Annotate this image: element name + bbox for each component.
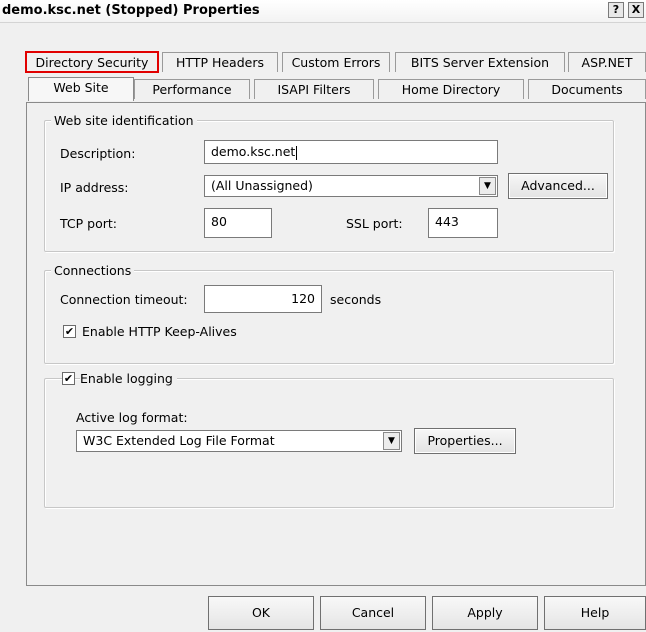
tcp-port-input[interactable]: 80 xyxy=(204,208,272,238)
tab-documents[interactable]: Documents xyxy=(528,79,646,99)
apply-button[interactable]: Apply xyxy=(432,596,538,630)
tab-bits-server-extension[interactable]: BITS Server Extension xyxy=(395,52,565,72)
connection-timeout-input[interactable]: 120 xyxy=(204,285,322,313)
enable-logging-label: Enable logging xyxy=(80,371,177,386)
ssl-port-label: SSL port: xyxy=(346,216,403,231)
logging-properties-button[interactable]: Properties... xyxy=(414,428,516,454)
group-legend: Connections xyxy=(51,263,135,278)
ssl-port-input[interactable]: 443 xyxy=(428,208,498,238)
help-icon[interactable]: ? xyxy=(608,2,624,18)
chevron-down-icon[interactable]: ▼ xyxy=(383,432,400,450)
tab-home-directory[interactable]: Home Directory xyxy=(378,79,524,99)
keepalive-checkbox[interactable]: ✔ xyxy=(63,325,76,338)
connection-timeout-label: Connection timeout: xyxy=(60,292,188,307)
text-caret xyxy=(296,145,298,160)
close-icon[interactable]: X xyxy=(628,2,644,18)
tab-asp-net[interactable]: ASP.NET xyxy=(568,52,646,72)
ip-address-value: (All Unassigned) xyxy=(211,178,313,193)
log-format-select[interactable]: W3C Extended Log File Format ▼ xyxy=(76,430,402,452)
log-format-value: W3C Extended Log File Format xyxy=(83,433,275,448)
tab-custom-errors[interactable]: Custom Errors xyxy=(282,52,390,72)
chevron-down-icon[interactable]: ▼ xyxy=(479,177,496,195)
tab-http-headers[interactable]: HTTP Headers xyxy=(162,52,278,72)
properties-dialog: demo.ksc.net (Stopped) Properties ? X Di… xyxy=(0,0,646,632)
ok-button[interactable]: OK xyxy=(208,596,314,630)
tab-isapi-filters[interactable]: ISAPI Filters xyxy=(254,79,374,99)
tab-performance[interactable]: Performance xyxy=(134,79,250,99)
title-bar: demo.ksc.net (Stopped) Properties ? X xyxy=(0,0,646,23)
description-value: demo.ksc.net xyxy=(211,144,296,159)
help-button[interactable]: Help xyxy=(544,596,646,630)
cancel-button[interactable]: Cancel xyxy=(320,596,426,630)
description-input[interactable]: demo.ksc.net xyxy=(204,140,498,164)
ip-address-select[interactable]: (All Unassigned) ▼ xyxy=(204,175,498,197)
seconds-label: seconds xyxy=(330,292,382,307)
connections-group: Connections xyxy=(44,263,614,364)
enable-logging-checkbox[interactable]: ✔ xyxy=(62,372,75,385)
window-title: demo.ksc.net (Stopped) Properties xyxy=(2,3,260,18)
tab-web-site[interactable]: Web Site xyxy=(28,77,134,101)
description-label: Description: xyxy=(60,146,136,161)
advanced-button[interactable]: Advanced... xyxy=(508,173,608,199)
ip-address-label: IP address: xyxy=(60,180,129,195)
group-legend: Web site identification xyxy=(51,113,197,128)
tcp-port-label: TCP port: xyxy=(60,216,117,231)
tab-directory-security[interactable]: Directory Security xyxy=(25,51,159,73)
keepalive-label: Enable HTTP Keep-Alives xyxy=(82,324,237,339)
active-log-format-label: Active log format: xyxy=(76,410,188,425)
